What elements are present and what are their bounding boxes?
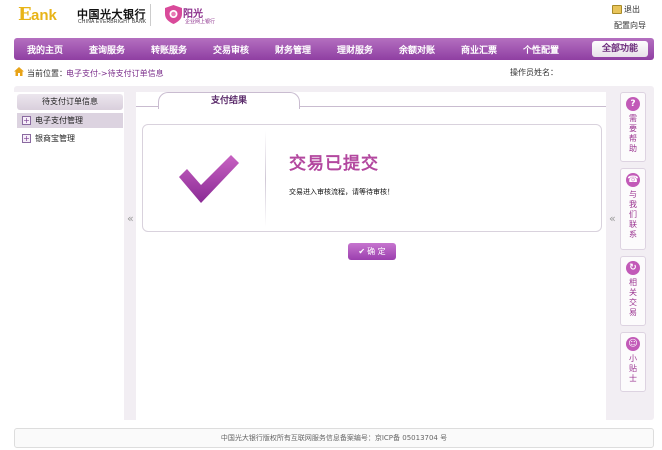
nav-item-query[interactable]: 查询服务	[76, 43, 138, 56]
sidebar-item-label: 电子支付管理	[35, 116, 83, 125]
nav-item-finance[interactable]: 财务管理	[262, 43, 324, 56]
right-helper-column: ? 需要帮助 ☎ 与我们联系 ↻ 相关交易 ☺ 小贴士	[620, 92, 646, 396]
nav-item-audit[interactable]: 交易审核	[200, 43, 262, 56]
sidebar-item-label: 银商宝管理	[35, 134, 75, 143]
expand-plus-icon[interactable]: +	[22, 134, 31, 143]
tab-payment-result[interactable]: 支付结果	[158, 92, 300, 109]
nav-item-wealth[interactable]: 理财服务	[324, 43, 386, 56]
bank-logo-text: ank	[31, 7, 57, 24]
refresh-icon: ↻	[626, 261, 640, 275]
operator-name-label: 操作员姓名：	[510, 68, 558, 77]
confirm-button[interactable]: ✔ 确 定	[348, 243, 396, 260]
sidebar-title[interactable]: 待支付订单信息	[17, 94, 123, 110]
location-label: 当前位置：	[27, 69, 67, 78]
related-label: 相关交易	[629, 278, 637, 317]
sidebar-item-e-payment[interactable]: + 电子支付管理	[17, 113, 123, 128]
config-guide-link[interactable]: 配置向导	[614, 20, 646, 31]
page: E ank 中国光大银行 CHINA EVERBRIGHT BANK 阳光 企业…	[0, 0, 662, 450]
confirm-label: 确 定	[367, 247, 386, 256]
nav-item-transfer[interactable]: 转账服务	[138, 43, 200, 56]
header-divider	[150, 4, 151, 26]
collapse-sidebar-icon[interactable]: «	[127, 212, 134, 225]
sidebar: 待支付订单信息 + 电子支付管理 + 银商宝管理	[14, 92, 124, 420]
tips-label: 小贴士	[629, 354, 637, 383]
nav-item-settings[interactable]: 个性配置	[510, 43, 572, 56]
shield-logo-icon	[165, 5, 182, 24]
main-nav: 我的主页 查询服务 转账服务 交易审核 财务管理 理财服务 余额对账 商业汇票 …	[14, 38, 654, 60]
location-bar: 当前位置： 电子支付->待支付订单信息 操作员姓名：	[14, 64, 654, 80]
nav-item-balance[interactable]: 余额对账	[386, 43, 448, 56]
phone-icon: ☎	[626, 173, 640, 187]
result-box: 交易已提交 交易进入审核流程，请等待审核！	[142, 124, 602, 232]
success-message: 交易进入审核流程，请等待审核！	[289, 188, 394, 196]
bank-name-en: CHINA EVERBRIGHT BANK	[78, 19, 147, 25]
exit-icon	[612, 5, 622, 14]
footer: 中国光大银行版权所有互联网服务信息备案编号：京ICP备 05013704 号	[14, 428, 654, 448]
collapse-right-icon[interactable]: «	[609, 212, 616, 225]
related-transactions-button[interactable]: ↻ 相关交易	[620, 256, 646, 326]
breadcrumb[interactable]: 电子支付->待支付订单信息	[66, 68, 164, 79]
header: E ank 中国光大银行 CHINA EVERBRIGHT BANK 阳光 企业…	[0, 0, 662, 38]
home-icon	[14, 67, 24, 76]
exit-label: 退出	[624, 5, 640, 14]
checkmark-icon	[179, 155, 239, 203]
exit-link[interactable]: 退出	[612, 4, 640, 15]
question-icon: ?	[626, 97, 640, 111]
content-panel: 支付结果 交易已提交 交易进入审核流程，请等待审核！ ✔ 确 定	[136, 92, 606, 420]
smile-icon: ☺	[626, 337, 640, 351]
sidebar-item-yinshangbao[interactable]: + 银商宝管理	[17, 131, 123, 146]
help-button[interactable]: ? 需要帮助	[620, 92, 646, 162]
sun-brand-subtitle: 企业网上银行	[185, 19, 216, 25]
help-label: 需要帮助	[629, 114, 637, 153]
all-functions-button[interactable]: 全部功能	[592, 41, 648, 57]
nav-item-home[interactable]: 我的主页	[14, 43, 76, 56]
contact-button[interactable]: ☎ 与我们联系	[620, 168, 646, 250]
check-small-icon: ✔	[358, 247, 366, 256]
success-title: 交易已提交	[289, 154, 379, 174]
nav-item-bills[interactable]: 商业汇票	[448, 43, 510, 56]
result-divider	[265, 131, 266, 227]
tips-button[interactable]: ☺ 小贴士	[620, 332, 646, 392]
bank-logo-e: E	[18, 4, 32, 25]
expand-plus-icon[interactable]: +	[22, 116, 31, 125]
contact-label: 与我们联系	[629, 190, 637, 239]
